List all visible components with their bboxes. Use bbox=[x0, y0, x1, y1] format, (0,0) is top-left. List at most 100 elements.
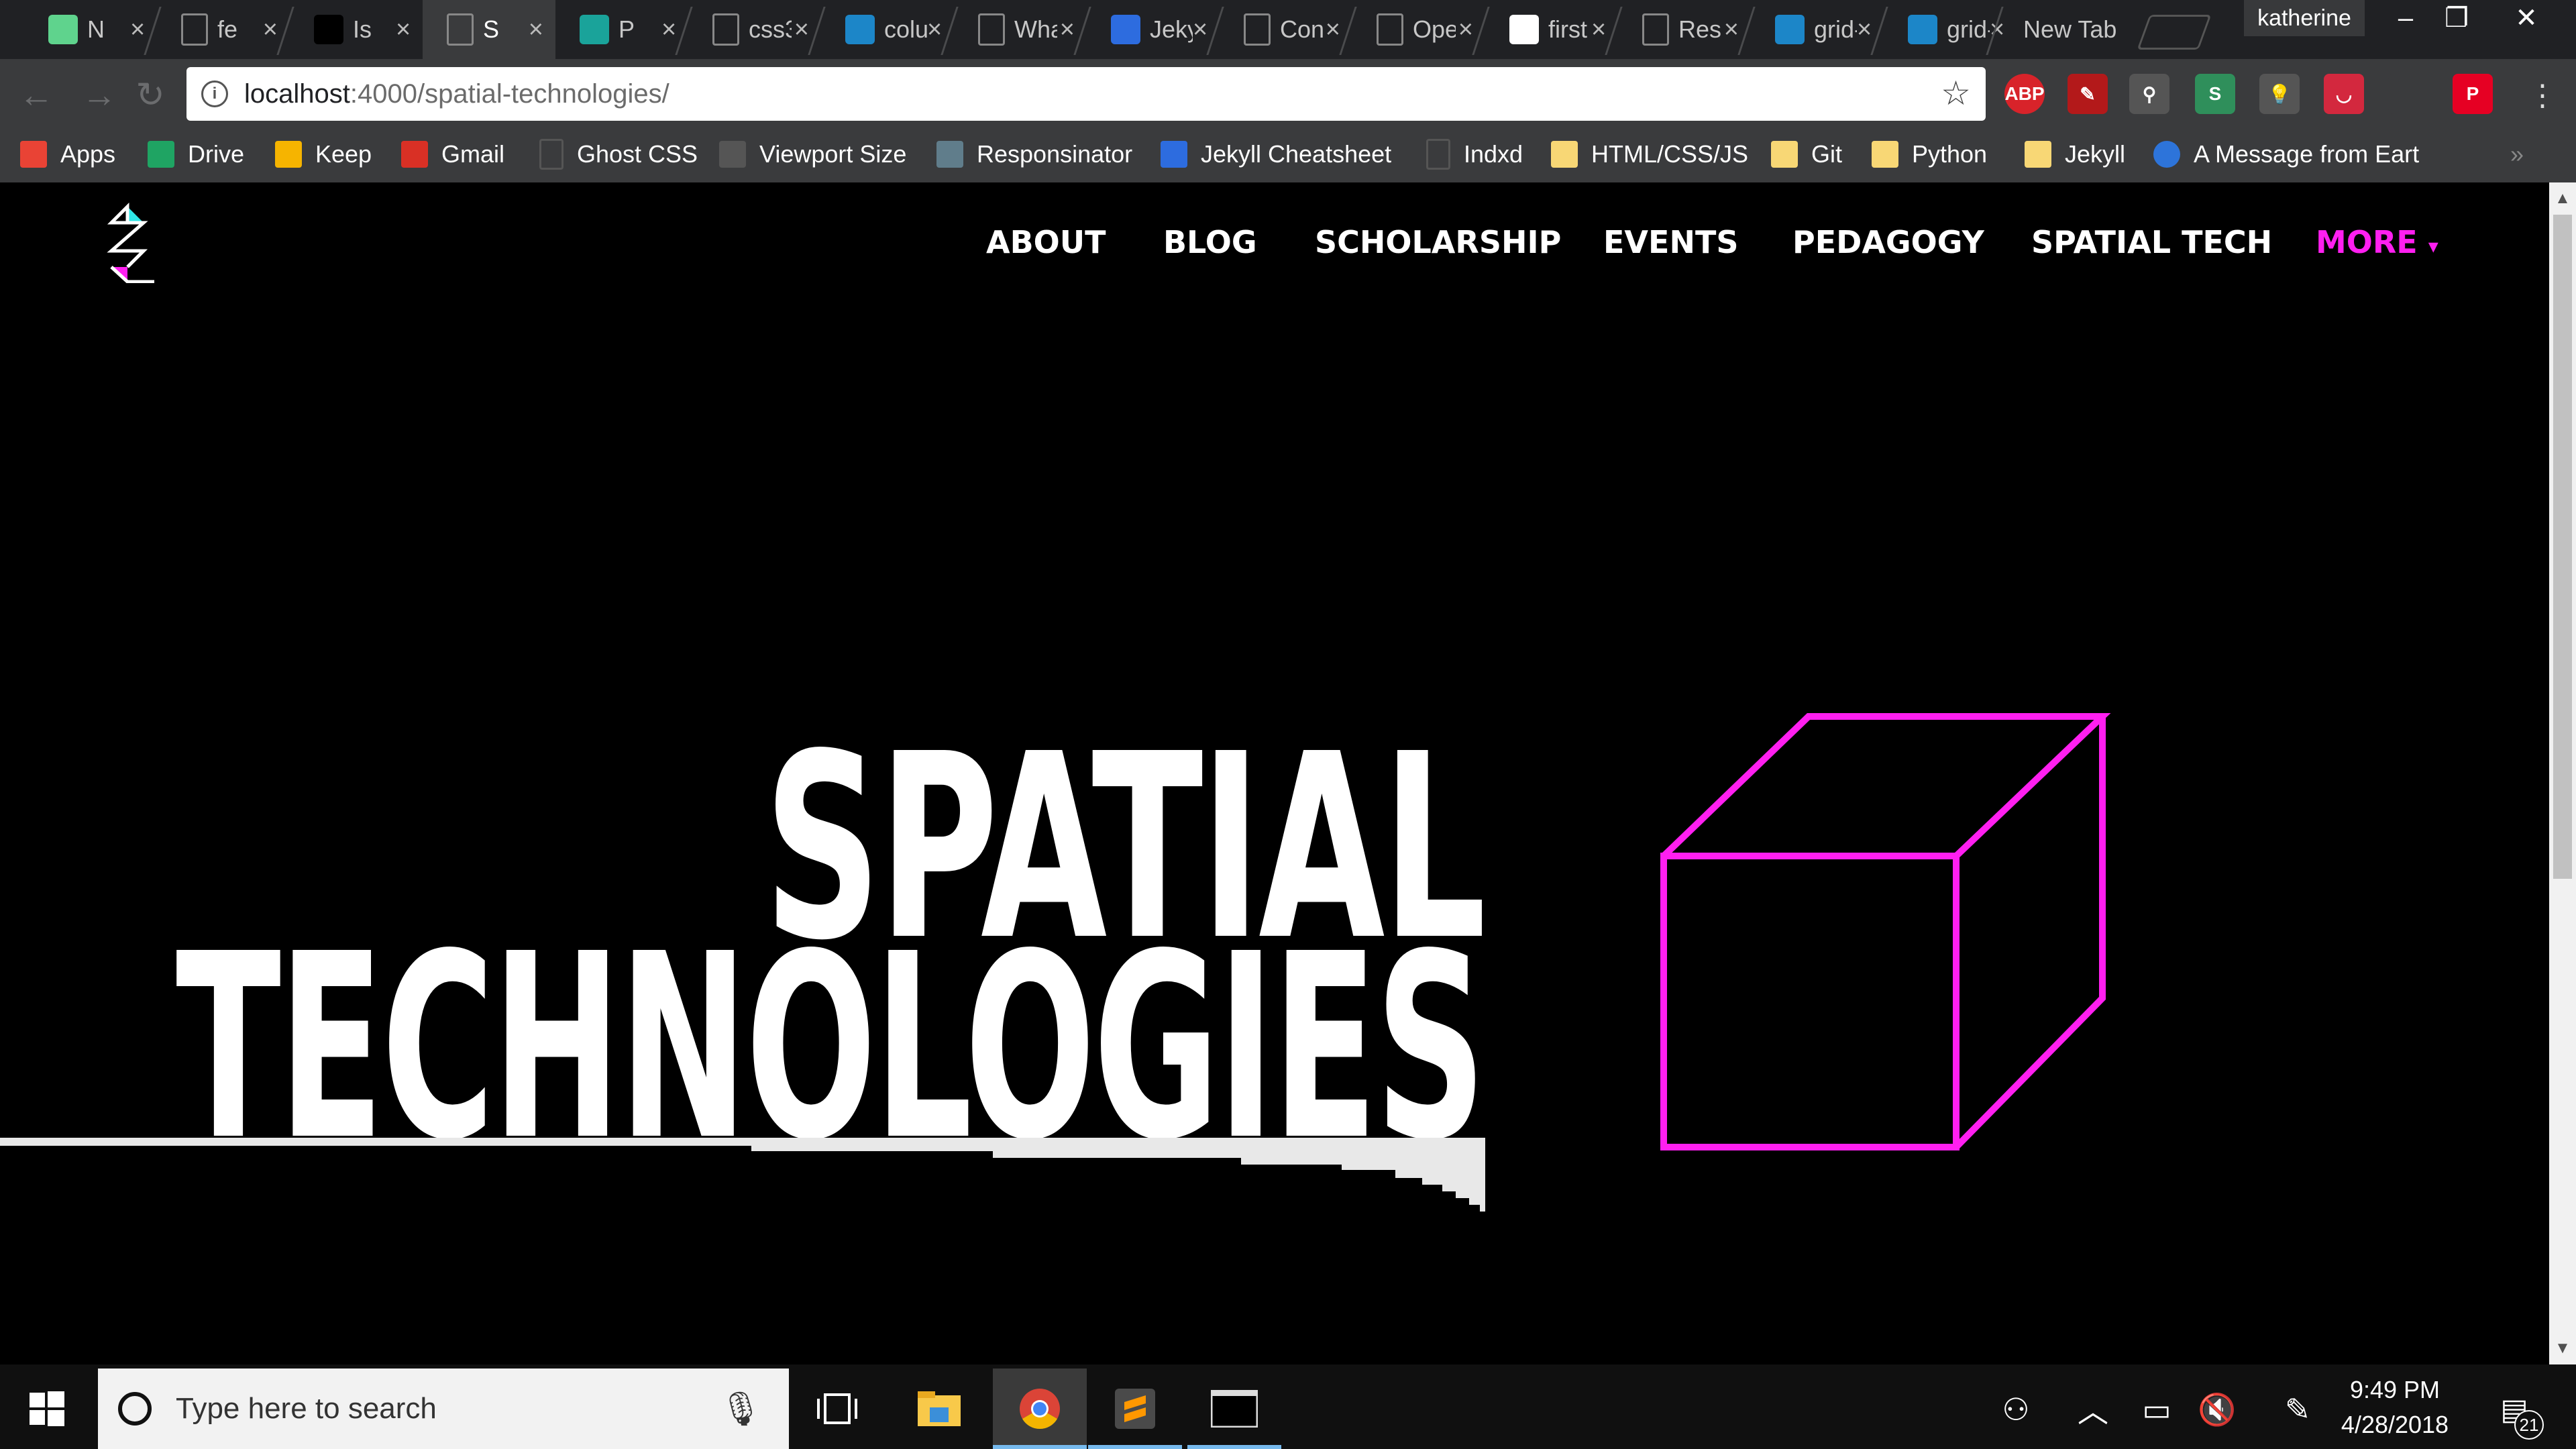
tab-close-icon[interactable]: × bbox=[130, 15, 145, 44]
windows-start-icon[interactable] bbox=[30, 1391, 64, 1426]
tab-close-icon[interactable]: × bbox=[1060, 15, 1075, 44]
tab-close-icon[interactable]: × bbox=[1591, 15, 1606, 44]
browser-tab[interactable]: Is × bbox=[290, 0, 423, 59]
tab-close-icon[interactable]: × bbox=[396, 15, 411, 44]
bookmark-item[interactable]: A Message from Eart bbox=[2153, 134, 2419, 174]
inspect-icon[interactable]: ⚲ bbox=[2129, 74, 2169, 114]
tab-title: S bbox=[483, 15, 500, 43]
taskbar-chrome[interactable] bbox=[993, 1368, 1087, 1449]
bookmark-item[interactable]: Responsinator bbox=[936, 134, 1132, 174]
nav-blog[interactable]: BLOG bbox=[1163, 224, 1257, 260]
bird-icon bbox=[845, 15, 875, 44]
adblock-icon[interactable]: ABP bbox=[2004, 74, 2045, 114]
action-center-icon[interactable]: ▤ 21 bbox=[2487, 1379, 2544, 1440]
tab-close-icon[interactable]: × bbox=[927, 15, 942, 44]
volume-muted-icon[interactable]: 🔇 bbox=[2194, 1379, 2241, 1440]
dots-icon bbox=[719, 141, 746, 168]
browser-tab[interactable]: Jekyl× bbox=[1087, 0, 1220, 59]
show-hidden-icons-chevron-icon[interactable]: ︿ bbox=[2070, 1379, 2116, 1440]
browser-tab[interactable]: N × bbox=[24, 0, 157, 59]
bookmark-item[interactable]: Indxd bbox=[1426, 134, 1523, 174]
tab-close-icon[interactable]: × bbox=[263, 15, 278, 44]
address-bar[interactable]: i localhost:4000/spatial-technologies/ ☆ bbox=[186, 67, 1986, 121]
taskbar-sublime-text[interactable] bbox=[1088, 1368, 1182, 1449]
scroll-down-icon[interactable]: ▼ bbox=[2549, 1335, 2576, 1362]
profile-button[interactable]: katherine bbox=[2244, 0, 2365, 36]
terminal-running-indicator bbox=[1187, 1445, 1281, 1449]
browser-tab[interactable]: S × bbox=[423, 0, 555, 59]
browser-tab[interactable]: grid-× bbox=[1884, 0, 2017, 59]
browser-tab[interactable]: P × bbox=[555, 0, 688, 59]
close-window-button[interactable]: ✕ bbox=[2496, 0, 2557, 36]
nav-spatial-tech[interactable]: SPATIAL TECH bbox=[2031, 224, 2272, 260]
page-icon bbox=[539, 139, 564, 170]
tab-close-icon[interactable]: × bbox=[1193, 15, 1208, 44]
tab-close-icon[interactable]: × bbox=[1857, 15, 1872, 44]
system-clock[interactable]: 9:49 PM 4/28/2018 bbox=[2328, 1373, 2462, 1442]
bookmark-item[interactable]: Git bbox=[1771, 134, 1842, 174]
nav-events[interactable]: EVENTS bbox=[1603, 224, 1738, 260]
tab-close-icon[interactable]: × bbox=[794, 15, 809, 44]
taskbar-terminal[interactable] bbox=[1187, 1368, 1281, 1449]
bird-icon bbox=[1775, 15, 1805, 44]
pinterest-icon[interactable]: P bbox=[2453, 74, 2493, 114]
tab-close-icon[interactable]: × bbox=[661, 15, 676, 44]
bookmark-star-icon[interactable]: ☆ bbox=[1941, 74, 1971, 113]
nav-more[interactable]: MORE ▾ bbox=[2316, 224, 2438, 260]
bookmark-item[interactable]: Apps bbox=[20, 134, 115, 174]
bookmark-item[interactable]: Gmail bbox=[401, 134, 504, 174]
browser-tab[interactable]: Rese× bbox=[1618, 0, 1751, 59]
pen-workspace-icon[interactable]: ✎ bbox=[2274, 1379, 2321, 1440]
nav-about[interactable]: ABOUT bbox=[986, 224, 1106, 260]
back-button[interactable]: ← bbox=[11, 70, 62, 121]
taskbar-file-explorer[interactable] bbox=[892, 1368, 986, 1449]
folder-icon bbox=[1872, 141, 1898, 168]
browser-tab[interactable]: What× bbox=[954, 0, 1087, 59]
browser-tab[interactable]: Cont× bbox=[1220, 0, 1352, 59]
microphone-icon[interactable]: 🎙 bbox=[720, 1389, 762, 1429]
restore-button[interactable]: ❐ bbox=[2426, 0, 2487, 36]
bulb-icon[interactable]: 💡 bbox=[2259, 74, 2300, 114]
bookmark-item[interactable]: Ghost CSS bbox=[539, 134, 698, 174]
site-info-icon[interactable]: i bbox=[201, 80, 228, 107]
tab-close-icon[interactable]: × bbox=[1724, 15, 1739, 44]
bookmark-item[interactable]: Drive bbox=[148, 134, 244, 174]
bookmark-item[interactable]: Keep bbox=[275, 134, 372, 174]
nav-scholarship[interactable]: SCHOLARSHIP bbox=[1315, 224, 1561, 260]
browser-tab[interactable]: colu × bbox=[821, 0, 954, 59]
pocket-icon[interactable]: ◡ bbox=[2324, 74, 2364, 114]
bookmark-item[interactable]: Viewport Size bbox=[719, 134, 906, 174]
pdf-icon[interactable]: ✎ bbox=[2068, 74, 2108, 114]
browser-tab[interactable]: New Tab bbox=[1999, 0, 2132, 59]
browser-tab[interactable]: first × bbox=[1485, 0, 1618, 59]
taskbar-search[interactable]: Type here to search 🎙 bbox=[98, 1368, 789, 1449]
site-logo[interactable] bbox=[101, 203, 161, 283]
scroll-up-icon[interactable]: ▲ bbox=[2549, 185, 2576, 212]
new-tab-button[interactable] bbox=[2137, 15, 2212, 50]
bookmark-item[interactable]: Python bbox=[1872, 134, 1987, 174]
bookmarks-overflow-button[interactable]: » bbox=[2510, 134, 2524, 174]
reload-button[interactable]: ↻ bbox=[125, 70, 176, 121]
note-icon bbox=[48, 15, 78, 44]
browser-tab[interactable]: Oper× bbox=[1352, 0, 1485, 59]
bookmark-item[interactable]: Jekyll Cheatsheet bbox=[1161, 134, 1391, 174]
browser-tab[interactable]: grid-× bbox=[1751, 0, 1884, 59]
tab-close-icon[interactable]: × bbox=[529, 15, 543, 44]
blank-ext-icon[interactable] bbox=[2388, 74, 2428, 114]
battery-icon[interactable]: ▭ bbox=[2133, 1379, 2180, 1440]
browser-tab[interactable]: fe × bbox=[157, 0, 290, 59]
tab-close-icon[interactable]: × bbox=[1458, 15, 1473, 44]
google-icon bbox=[1509, 15, 1539, 44]
browser-tab[interactable]: css3× bbox=[688, 0, 821, 59]
page-icon bbox=[447, 13, 474, 46]
stylish-icon[interactable]: S bbox=[2195, 74, 2235, 114]
chrome-menu-icon[interactable]: ⋮ bbox=[2517, 70, 2568, 121]
people-icon[interactable]: ⚇ bbox=[1992, 1379, 2039, 1440]
tab-close-icon[interactable]: × bbox=[1326, 15, 1340, 44]
forward-button[interactable]: → bbox=[74, 70, 125, 121]
nav-pedagogy[interactable]: PEDAGOGY bbox=[1792, 224, 1984, 260]
bookmark-item[interactable]: Jekyll bbox=[2025, 134, 2125, 174]
scrollbar-thumb[interactable] bbox=[2553, 215, 2572, 879]
bookmark-item[interactable]: HTML/CSS/JS bbox=[1551, 134, 1748, 174]
task-view-button[interactable] bbox=[790, 1368, 884, 1449]
